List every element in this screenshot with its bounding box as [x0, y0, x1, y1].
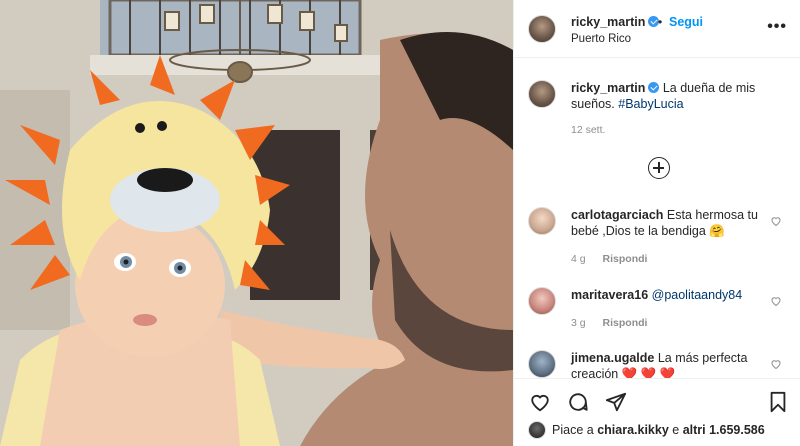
- plus-circle-icon[interactable]: [648, 157, 670, 179]
- comment-time: 3 g: [571, 317, 586, 329]
- commenter-username[interactable]: carlotagarciach: [571, 208, 663, 222]
- bookmark-icon[interactable]: [767, 391, 789, 413]
- author-username[interactable]: ricky_martin: [571, 15, 645, 29]
- post-photo[interactable]: [0, 0, 513, 446]
- verified-badge-icon: [648, 82, 660, 93]
- heart-icon[interactable]: [770, 295, 782, 307]
- caption-username[interactable]: ricky_martin: [571, 81, 645, 95]
- comment-bubble-icon[interactable]: [567, 391, 589, 413]
- commenter-avatar[interactable]: [528, 350, 556, 378]
- commenter-avatar[interactable]: [528, 287, 556, 315]
- lion-nose: [137, 168, 193, 192]
- comment-time: 4 g: [571, 253, 586, 265]
- heart-icon[interactable]: [529, 391, 551, 413]
- commenter-username[interactable]: maritavera16: [571, 288, 648, 302]
- paper-plane-icon[interactable]: [605, 391, 627, 413]
- commenter-avatar[interactable]: [528, 207, 556, 235]
- likes-middle: e: [672, 423, 680, 437]
- post-action-bar: Piace a chiara.kikky e altri 1.659.586: [514, 378, 800, 446]
- separator-dot: •: [658, 15, 663, 29]
- likes-prefix: Piace a: [552, 423, 594, 437]
- comment-mention[interactable]: @paolitaandy84: [652, 288, 743, 302]
- likes-count[interactable]: altri 1.659.586: [683, 423, 765, 437]
- photo-illustration: [0, 0, 513, 446]
- caption-avatar[interactable]: [528, 80, 556, 108]
- follow-button[interactable]: Segui: [669, 15, 703, 29]
- commenter-username[interactable]: jimena.ugalde: [571, 351, 654, 365]
- post-header: ricky_martin • Segui Puerto Rico •••: [514, 0, 800, 58]
- reply-button[interactable]: Rispondi: [603, 317, 648, 329]
- heart-icon[interactable]: [770, 215, 782, 227]
- post-side-panel: ricky_martin • Segui Puerto Rico ••• ric…: [513, 0, 800, 446]
- reply-button[interactable]: Rispondi: [603, 253, 648, 265]
- liker-avatar[interactable]: [528, 421, 546, 439]
- more-options-icon[interactable]: •••: [767, 18, 787, 36]
- caption-hashtag[interactable]: #BabyLucia: [618, 97, 683, 111]
- author-avatar[interactable]: [528, 15, 556, 43]
- liker-username[interactable]: chiara.kikky: [597, 423, 669, 437]
- caption-timestamp: 12 sett.: [571, 124, 606, 136]
- post-location[interactable]: Puerto Rico: [571, 33, 631, 45]
- heart-icon[interactable]: [770, 358, 782, 370]
